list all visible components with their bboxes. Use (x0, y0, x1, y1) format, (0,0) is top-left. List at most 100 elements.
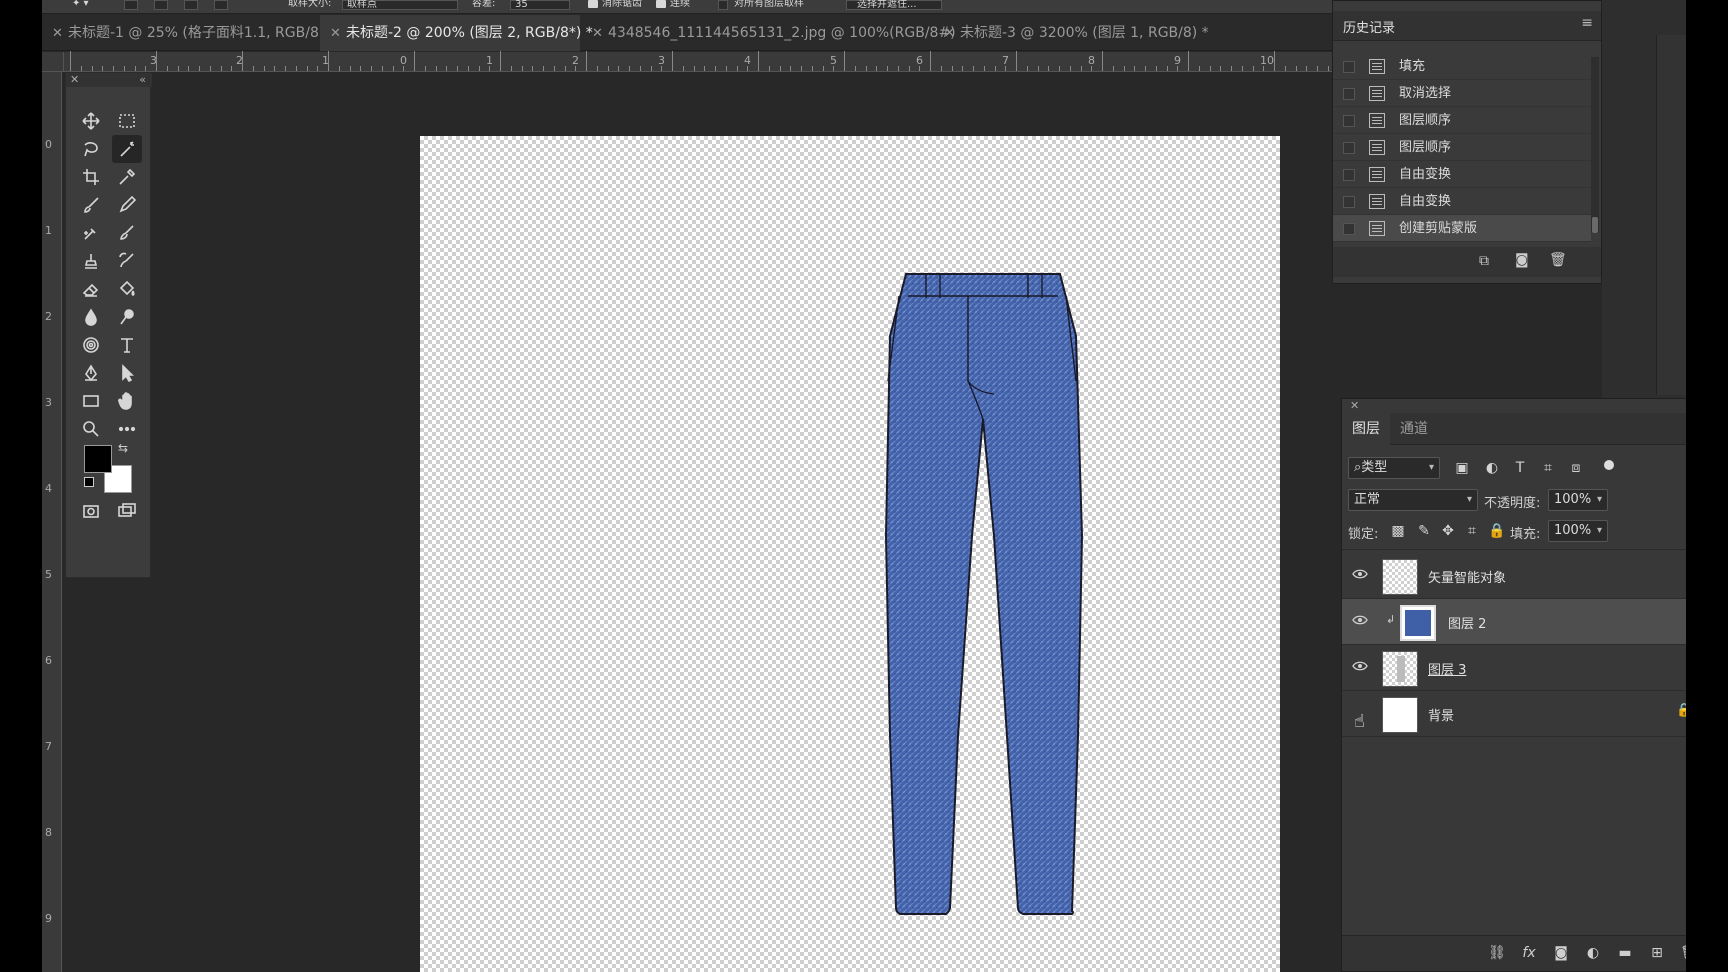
visibility-eye-icon[interactable] (1352, 660, 1368, 672)
filter-toggle[interactable] (1604, 460, 1614, 470)
history-item[interactable]: 自由变换 (1333, 161, 1591, 188)
filter-pixel-icon[interactable]: ▣ (1454, 460, 1470, 476)
lock-transparent-pixels-icon[interactable]: ▩ (1390, 523, 1406, 539)
tab-document-3[interactable]: ✕ 4348546_111144565131_2.jpg @ 100%(RGB/8… (582, 15, 956, 52)
history-panel-header[interactable]: 历史记录 ≡ (1333, 11, 1601, 41)
camera-icon[interactable]: ◙ (1515, 252, 1529, 268)
mixer-brush-tool-icon[interactable] (112, 219, 142, 247)
move-tool-icon[interactable] (76, 107, 106, 135)
quick-mask-icon[interactable] (76, 497, 106, 525)
lock-artboard-icon[interactable]: ⌗ (1464, 523, 1480, 539)
document-canvas[interactable] (420, 136, 1280, 972)
lock-all-icon[interactable]: 🔒 (1488, 523, 1505, 539)
blur-tool-icon[interactable] (76, 303, 106, 331)
history-snapshot-checkbox[interactable] (1343, 142, 1355, 154)
tools-panel-header[interactable]: ✕ « (66, 73, 152, 87)
history-snapshot-checkbox[interactable] (1343, 88, 1355, 100)
foreground-color-swatch[interactable] (84, 445, 112, 473)
tab-document-1[interactable]: ✕ 未标题-1 @ 25% (格子面料1.1, RGB/8) * (42, 15, 336, 52)
lock-position-icon[interactable]: ✥ (1440, 523, 1456, 539)
close-tab-icon[interactable]: ✕ (52, 16, 68, 52)
new-group-icon[interactable]: ▬ (1616, 944, 1634, 962)
visibility-eye-icon[interactable] (1352, 614, 1368, 626)
lasso-tool-icon[interactable] (76, 135, 106, 163)
chevron-down-icon[interactable]: ▾ (1597, 490, 1602, 510)
more-tools-icon[interactable] (112, 415, 142, 443)
history-snapshot-checkbox[interactable] (1343, 169, 1355, 181)
intersect-selection-mode[interactable] (214, 0, 228, 10)
zoom-tool-icon[interactable] (76, 415, 106, 443)
adjustment-layer-icon[interactable]: ◐ (1584, 944, 1602, 962)
close-tab-icon[interactable]: ✕ (330, 16, 346, 52)
swap-colors-icon[interactable]: ⇆ (118, 441, 132, 455)
clone-stamp-tool-icon[interactable] (76, 247, 106, 275)
healing-brush-tool-icon[interactable] (76, 219, 106, 247)
fill-input[interactable]: 100% ▾ (1548, 520, 1608, 542)
history-item[interactable]: 填充 (1333, 53, 1591, 80)
layer-row-background[interactable]: ☝ 背景 🔒 (1342, 691, 1686, 737)
history-brush-tool-icon[interactable] (112, 247, 142, 275)
filter-type-icon[interactable]: T (1512, 460, 1528, 476)
new-layer-icon[interactable]: ⊞ (1648, 944, 1666, 962)
layer-row-vector-smart-object[interactable]: 矢量智能对象 (1342, 553, 1686, 599)
close-panel-icon[interactable]: ✕ (1350, 399, 1359, 412)
marquee-tool-icon[interactable] (112, 107, 142, 135)
opacity-input[interactable]: 100% ▾ (1548, 489, 1608, 511)
tab-layers[interactable]: 图层 (1342, 413, 1390, 445)
history-item[interactable]: 图层顺序 (1333, 134, 1591, 161)
blend-mode-select[interactable]: 正常 ▾ (1348, 489, 1478, 511)
history-snapshot-checkbox[interactable] (1343, 223, 1355, 235)
filter-shape-icon[interactable]: ⌗ (1540, 460, 1556, 476)
type-tool-icon[interactable] (112, 331, 142, 359)
paint-bucket-tool-icon[interactable] (112, 275, 142, 303)
lock-image-pixels-icon[interactable]: ✎ (1416, 523, 1432, 539)
history-snapshot-checkbox[interactable] (1343, 61, 1355, 73)
brush-tool-icon[interactable] (76, 191, 106, 219)
link-layers-icon[interactable]: ⛓ (1488, 944, 1506, 962)
new-document-from-state-icon[interactable]: ⧉ (1479, 253, 1489, 269)
spiral-3d-tool-icon[interactable] (76, 331, 106, 359)
pen-tool-icon[interactable] (76, 359, 106, 387)
history-snapshot-checkbox[interactable] (1343, 196, 1355, 208)
magic-wand-preset-icon[interactable]: ✦ ▾ (72, 0, 89, 10)
close-panel-icon[interactable]: ✕ (70, 73, 79, 86)
visibility-eye-icon[interactable] (1352, 568, 1368, 580)
delete-layer-icon[interactable]: 🗑 (1680, 944, 1686, 962)
add-selection-mode[interactable] (154, 0, 168, 10)
ruler-corner[interactable] (42, 52, 64, 72)
hand-tool-icon[interactable] (112, 387, 142, 415)
history-scroll-thumb[interactable] (1592, 217, 1598, 233)
panel-menu-icon[interactable]: ≡ (1581, 15, 1593, 31)
sample-size-select[interactable]: 取样点 (342, 0, 458, 10)
dodge-tool-icon[interactable] (112, 303, 142, 331)
pencil-tool-icon[interactable] (112, 191, 142, 219)
tolerance-input[interactable]: 35 (510, 0, 570, 10)
trash-icon[interactable]: 🗑 (1549, 252, 1567, 268)
default-colors-icon[interactable] (84, 477, 94, 487)
layer-row-layer-2[interactable]: ↲ 图层 2 (1342, 599, 1686, 645)
tab-document-4[interactable]: ✕ 未标题-3 @ 3200% (图层 1, RGB/8) * (934, 15, 1234, 51)
fx-icon[interactable]: fx (1520, 944, 1538, 962)
add-mask-icon[interactable]: ◙ (1552, 944, 1570, 962)
filter-adjustment-icon[interactable]: ◐ (1484, 460, 1500, 476)
sample-all-layers-checkbox[interactable] (718, 0, 728, 10)
history-item[interactable]: 取消选择 (1333, 80, 1591, 107)
layer-row-layer-3[interactable]: 图层 3 (1342, 645, 1686, 691)
new-selection-mode[interactable] (124, 0, 138, 10)
chevron-down-icon[interactable]: ▾ (1597, 521, 1602, 541)
filter-smart-object-icon[interactable]: ⧈ (1568, 460, 1584, 476)
path-selection-tool-icon[interactable] (112, 359, 142, 387)
anti-alias-checkbox[interactable] (588, 0, 598, 8)
history-item[interactable]: 自由变换 (1333, 188, 1591, 215)
vertical-ruler[interactable]: 0 1 2 3 4 5 6 7 8 9 (42, 72, 62, 972)
tab-channels[interactable]: 通道 (1390, 413, 1438, 445)
rectangle-tool-icon[interactable] (76, 387, 106, 415)
close-tab-icon[interactable]: ✕ (592, 16, 608, 52)
history-scrollbar[interactable] (1591, 57, 1599, 233)
contiguous-checkbox[interactable] (656, 0, 666, 8)
layer-filter-select[interactable]: ⌕类型 ▾ (1348, 457, 1440, 479)
crop-tool-icon[interactable] (76, 163, 106, 191)
eyedropper-tool-icon[interactable] (112, 163, 142, 191)
close-tab-icon[interactable]: ✕ (944, 16, 960, 52)
history-snapshot-checkbox[interactable] (1343, 115, 1355, 127)
